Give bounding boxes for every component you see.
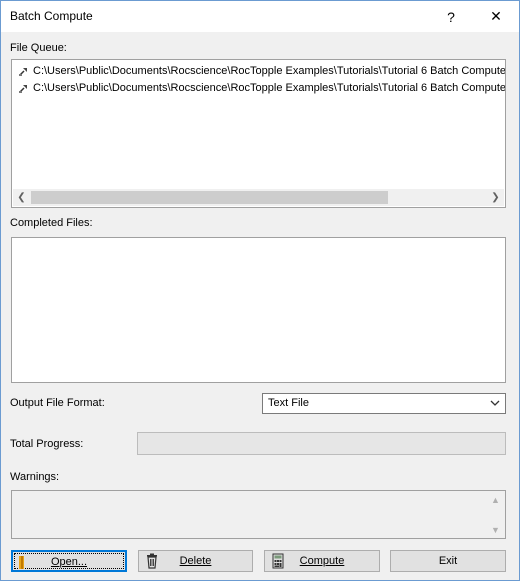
help-icon: ?	[447, 8, 455, 25]
delete-button-label: Delete	[179, 555, 212, 567]
warnings-box[interactable]: ▲ ▼	[11, 490, 506, 539]
file-path: C:\Users\Public\Documents\Rocscience\Roc…	[33, 65, 506, 77]
file-icon	[19, 85, 27, 93]
open-button-label: Open...	[50, 556, 88, 568]
file-icon	[19, 68, 27, 76]
scroll-down-icon[interactable]: ▼	[487, 522, 504, 537]
compute-button-label: Compute	[299, 555, 345, 567]
warnings-label: Warnings:	[10, 471, 60, 483]
title-bar: Batch Compute ? ✕	[1, 1, 519, 32]
chevron-down-icon	[490, 400, 500, 406]
file-queue-item[interactable]: C:\Users\Public\Documents\Rocscience\Roc…	[18, 82, 506, 94]
output-format-select[interactable]: Text File	[262, 393, 506, 414]
close-button[interactable]: ✕	[473, 1, 519, 32]
delete-button[interactable]: Delete	[138, 550, 253, 572]
horizontal-scrollbar[interactable]: ❮ ❯	[13, 189, 504, 206]
output-format-value: Text File	[268, 397, 309, 409]
completed-files-list[interactable]	[11, 237, 506, 383]
total-progress-label: Total Progress:	[10, 438, 84, 450]
close-icon: ✕	[490, 8, 502, 24]
file-queue-item[interactable]: C:\Users\Public\Documents\Rocscience\Roc…	[18, 65, 506, 77]
scroll-left-icon[interactable]: ❮	[13, 189, 30, 206]
vertical-scrollbar[interactable]: ▲ ▼	[487, 492, 504, 537]
help-button[interactable]: ?	[428, 1, 474, 32]
compute-button[interactable]: Compute	[264, 550, 380, 572]
file-path: C:\Users\Public\Documents\Rocscience\Roc…	[33, 82, 506, 94]
open-button[interactable]: Open...	[11, 550, 127, 572]
scroll-up-icon[interactable]: ▲	[487, 492, 504, 507]
scroll-thumb[interactable]	[31, 191, 388, 204]
window-title: Batch Compute	[10, 9, 93, 23]
scroll-right-icon[interactable]: ❯	[487, 189, 504, 206]
output-format-label: Output File Format:	[10, 397, 105, 409]
completed-files-label: Completed Files:	[10, 217, 93, 229]
exit-button-label: Exit	[438, 555, 458, 567]
exit-button[interactable]: Exit	[390, 550, 506, 572]
batch-compute-dialog: Batch Compute ? ✕ File Queue: C:\Users\P…	[0, 0, 520, 581]
file-queue-list[interactable]: C:\Users\Public\Documents\Rocscience\Roc…	[11, 59, 506, 208]
file-queue-label: File Queue:	[10, 42, 67, 54]
total-progress-bar	[137, 432, 506, 455]
